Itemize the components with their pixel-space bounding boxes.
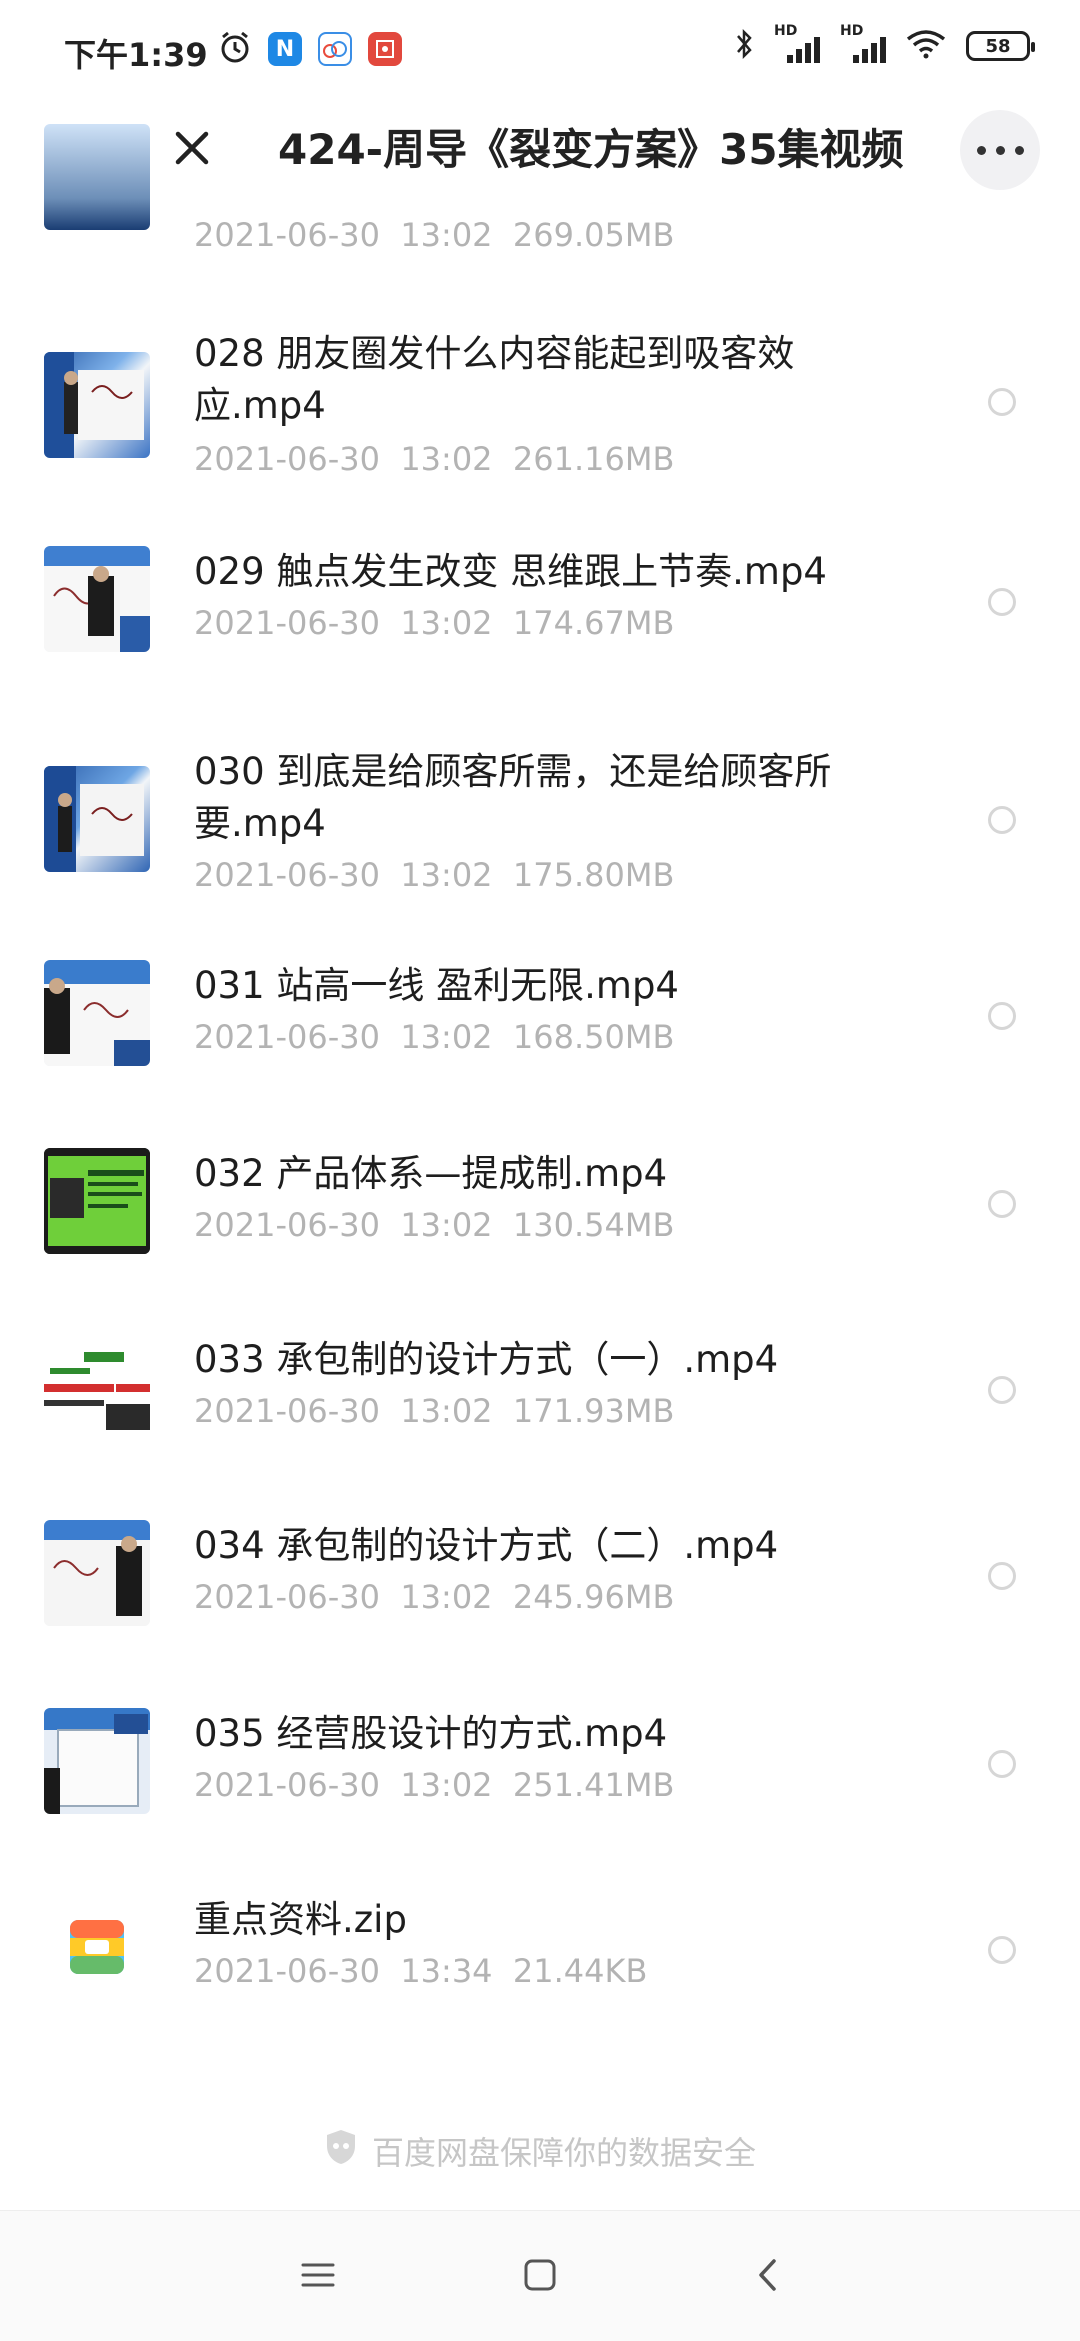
app-n-icon: N [268, 32, 302, 66]
shield-icon [324, 2128, 358, 2174]
title-bar: 424-周导《裂变方案》35集视频 [0, 100, 1080, 200]
status-time: 下午1:39 [64, 36, 208, 74]
menu-nav-button[interactable] [290, 2249, 346, 2305]
signal-icon-2: HD [840, 23, 886, 63]
close-button[interactable] [164, 122, 220, 178]
file-meta: 2021-06-30 13:02 168.50MB [194, 1018, 675, 1056]
video-thumbnail [44, 1148, 150, 1254]
cloud-app-icon [318, 32, 352, 66]
file-meta: 2021-06-30 13:02 251.41MB [194, 1766, 675, 1804]
status-bar: 下午1:39 N HD HD 58 [0, 0, 1080, 100]
bluetooth-icon [734, 28, 754, 64]
more-options-button[interactable] [960, 110, 1040, 190]
wifi-icon [906, 29, 946, 63]
file-name: 030 到底是给顾客所需，还是给顾客所要.mp4 [194, 750, 832, 845]
home-nav-button[interactable] [512, 2249, 568, 2305]
signal-icon-1: HD [774, 23, 820, 63]
video-thumbnail [44, 546, 150, 652]
video-thumbnail [44, 766, 150, 872]
select-radio[interactable] [988, 1002, 1016, 1030]
back-nav-button[interactable] [740, 2249, 796, 2305]
file-meta: 2021-06-30 13:02 174.67MB [194, 604, 675, 642]
status-right: HD HD 58 [734, 23, 1035, 64]
file-meta: 2021-06-30 13:34 21.44KB [194, 1952, 648, 1990]
file-meta: 2021-06-30 13:02 245.96MB [194, 1578, 675, 1616]
zip-file-icon [44, 1894, 150, 2000]
select-radio[interactable] [988, 1562, 1016, 1590]
video-thumbnail [44, 960, 150, 1066]
file-meta: 2021-06-30 13:02 261.16MB [194, 440, 675, 478]
file-meta: 2021-06-30 13:02 171.93MB [194, 1392, 675, 1430]
notification-icons: N [218, 30, 402, 68]
file-meta: 2021-06-30 13:02 269.05MB [194, 216, 675, 254]
select-radio[interactable] [988, 1376, 1016, 1404]
close-icon [172, 128, 212, 172]
security-notice: 百度网盘保障你的数据安全 [0, 2128, 1080, 2174]
file-name: 032 产品体系—提成制.mp4 [194, 1152, 668, 1195]
video-thumbnail [44, 124, 150, 230]
select-radio[interactable] [988, 1190, 1016, 1218]
battery-icon: 58 [966, 31, 1035, 61]
select-radio[interactable] [988, 1936, 1016, 1964]
file-meta: 2021-06-30 13:02 175.80MB [194, 856, 675, 894]
file-name: 031 站高一线 盈利无限.mp4 [194, 964, 679, 1007]
system-nav-bar [0, 2210, 1080, 2341]
video-thumbnail [44, 1708, 150, 1814]
file-meta: 2021-06-30 13:02 130.54MB [194, 1206, 675, 1244]
select-radio[interactable] [988, 1750, 1016, 1778]
select-radio[interactable] [988, 806, 1016, 834]
file-name: 029 触点发生改变 思维跟上节奏.mp4 [194, 550, 827, 593]
page-title: 424-周导《裂变方案》35集视频 [278, 125, 904, 174]
file-name: 033 承包制的设计方式（一）.mp4 [194, 1338, 779, 1381]
video-thumbnail [44, 352, 150, 458]
chevron-left-icon [756, 2257, 780, 2297]
video-thumbnail [44, 1334, 150, 1440]
select-radio[interactable] [988, 388, 1016, 416]
menu-icon [301, 2261, 335, 2293]
app-red-icon [368, 32, 402, 66]
file-name: 035 经营股设计的方式.mp4 [194, 1712, 668, 1755]
alarm-icon [218, 30, 252, 68]
file-name: 034 承包制的设计方式（二）.mp4 [194, 1524, 779, 1567]
file-name: 028 朋友圈发什么内容能起到吸客效应.mp4 [194, 332, 795, 427]
square-icon [523, 2258, 557, 2296]
video-thumbnail [44, 1520, 150, 1626]
select-radio[interactable] [988, 588, 1016, 616]
file-name: 重点资料.zip [194, 1898, 407, 1941]
